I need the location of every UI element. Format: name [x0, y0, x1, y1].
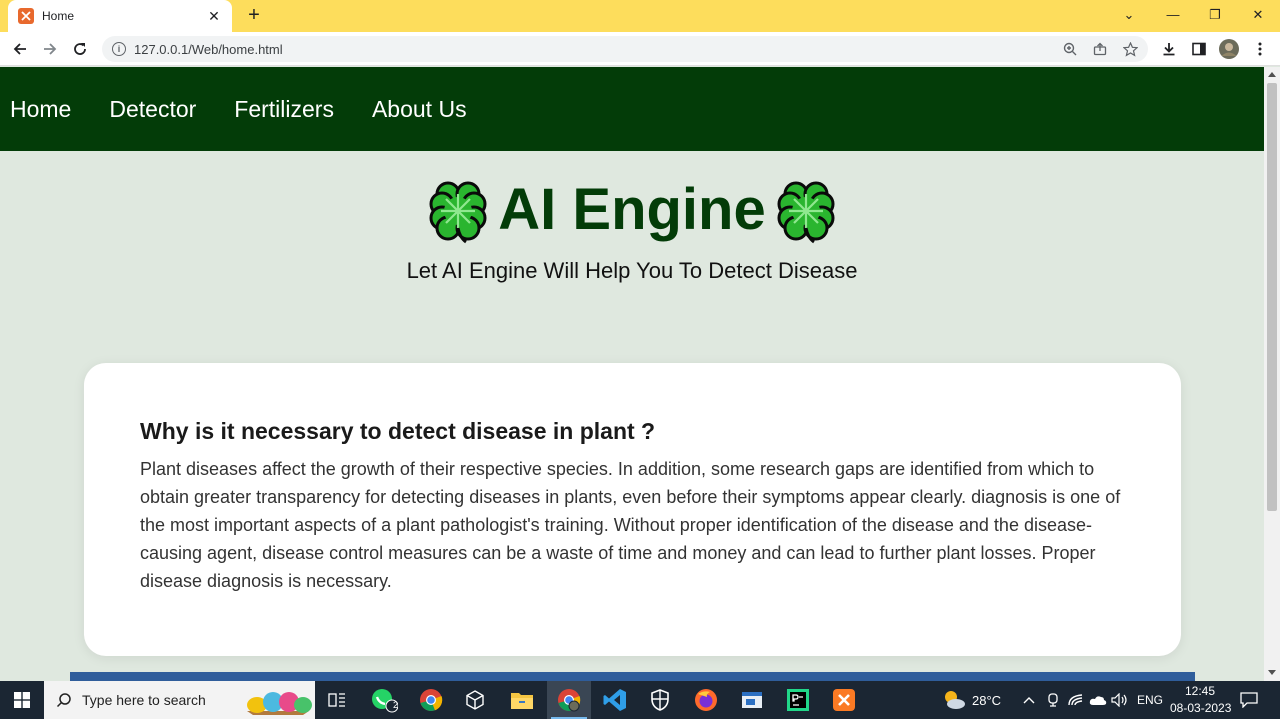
taskbar-search-box[interactable]: Type here to search: [44, 681, 315, 719]
site-navbar: Home Detector Fertilizers About Us: [0, 67, 1264, 151]
task-view-button[interactable]: [315, 681, 359, 719]
tab-close-icon[interactable]: ✕: [206, 8, 222, 25]
page-scrollbar[interactable]: [1264, 67, 1280, 681]
onedrive-cloud-icon[interactable]: [1089, 694, 1107, 706]
xampp-icon: [833, 689, 855, 711]
pycharm-app[interactable]: [776, 681, 820, 719]
start-button[interactable]: [0, 681, 44, 719]
back-button[interactable]: [8, 37, 32, 61]
hero-title: AI Engine: [498, 177, 766, 242]
3d-viewer-app[interactable]: [453, 681, 497, 719]
side-panel-button[interactable]: [1187, 37, 1211, 61]
xampp-app[interactable]: [822, 681, 866, 719]
share-icon[interactable]: [1092, 41, 1108, 57]
whatsapp-app[interactable]: 2: [362, 681, 406, 719]
chevron-up-icon[interactable]: [1023, 695, 1035, 705]
nav-about-us-link[interactable]: About Us: [372, 96, 467, 123]
scroll-thumb[interactable]: [1267, 83, 1277, 511]
chrome-icon: [420, 689, 443, 712]
kebab-menu-icon: [1258, 42, 1262, 56]
download-icon: [1163, 43, 1175, 56]
clock-date[interactable]: 08-03-2023: [1170, 701, 1231, 715]
vscode-icon: [603, 689, 626, 711]
nav-detector-link[interactable]: Detector: [109, 96, 196, 123]
address-url: 127.0.0.1/Web/home.html: [134, 41, 283, 57]
new-tab-button[interactable]: +: [243, 4, 265, 26]
info-card: Why is it necessary to detect disease in…: [84, 363, 1181, 656]
browser-tab[interactable]: Home ✕: [8, 0, 232, 32]
search-placeholder: Type here to search: [82, 692, 206, 708]
task-view-icon: [328, 693, 345, 707]
hero-subtitle: Let AI Engine Will Help You To Detect Di…: [406, 258, 858, 283]
forward-arrow-icon: [44, 43, 57, 55]
hero-title-row: AI Engine: [0, 172, 1264, 248]
windows-taskbar: Type here to search 2 28°C ENG 12:45 08-…: [0, 681, 1280, 719]
folder-icon: [511, 693, 533, 709]
windows-security-app[interactable]: [638, 681, 682, 719]
firefox-icon: [695, 689, 717, 711]
reload-button[interactable]: [68, 37, 92, 61]
volume-icon[interactable]: [1111, 693, 1129, 707]
scroll-down-icon[interactable]: [1268, 670, 1276, 675]
shield-icon: [651, 689, 669, 711]
minimize-button[interactable]: —: [1158, 4, 1188, 26]
scroll-up-icon[interactable]: [1268, 72, 1276, 77]
bookmark-star-icon[interactable]: [1122, 41, 1138, 57]
hero-section: AI Engine Let AI Engine Will Help You To…: [0, 172, 1264, 284]
whatsapp-badge: 2: [393, 700, 399, 710]
downloads-button[interactable]: [1157, 37, 1181, 61]
chrome-app[interactable]: [409, 681, 453, 719]
search-icon: [56, 693, 71, 708]
chrome-app-active[interactable]: [547, 681, 591, 719]
four-leaf-clover-icon: [429, 181, 487, 244]
side-panel-icon: [1192, 42, 1206, 56]
tab-search-dropdown-icon[interactable]: ⌄: [1114, 4, 1144, 26]
holi-colors-search-highlight-icon: [247, 692, 312, 715]
window-app-icon: [742, 692, 762, 708]
nav-home-link[interactable]: Home: [10, 96, 71, 123]
close-window-button[interactable]: ✕: [1243, 4, 1273, 26]
firefox-app[interactable]: [684, 681, 728, 719]
weather-temperature[interactable]: 28°C: [972, 693, 1001, 708]
card-paragraph: Plant diseases affect the growth of thei…: [140, 459, 1121, 591]
page-viewport: Home Detector Fertilizers About Us AI En…: [0, 67, 1264, 681]
avatar-icon: [1219, 39, 1239, 59]
next-section-strip: [70, 672, 1195, 681]
cube-icon: [466, 690, 484, 710]
windows-logo-icon: [14, 692, 30, 708]
address-bar[interactable]: i 127.0.0.1/Web/home.html: [102, 36, 1148, 62]
browser-tab-strip: Home ✕ + ⌄ — ❐ ✕: [0, 0, 1280, 32]
pycharm-icon: [787, 689, 809, 711]
browser-toolbar: i 127.0.0.1/Web/home.html: [0, 32, 1280, 66]
input-language[interactable]: ENG: [1137, 693, 1163, 707]
nav-fertilizers-link[interactable]: Fertilizers: [234, 96, 334, 123]
four-leaf-clover-icon: [777, 181, 835, 244]
xampp-favicon-icon: [18, 8, 34, 24]
generic-window-app[interactable]: [730, 681, 774, 719]
vscode-app[interactable]: [593, 681, 637, 719]
chrome-icon: [558, 689, 581, 712]
weather-partly-cloudy-icon[interactable]: [942, 689, 966, 711]
notifications-icon[interactable]: [1240, 692, 1258, 708]
tab-title: Home: [42, 9, 75, 23]
card-heading: Why is it necessary to detect disease in…: [140, 418, 656, 444]
meet-now-icon[interactable]: [1046, 692, 1060, 708]
clock-time[interactable]: 12:45: [1185, 684, 1215, 698]
restore-button[interactable]: ❐: [1200, 4, 1230, 26]
zoom-icon[interactable]: [1062, 41, 1078, 57]
back-arrow-icon: [13, 43, 26, 55]
reload-icon: [74, 43, 86, 55]
profile-avatar[interactable]: [1217, 37, 1241, 61]
chrome-menu-button[interactable]: [1248, 37, 1272, 61]
forward-button[interactable]: [38, 37, 62, 61]
file-explorer-app[interactable]: [500, 681, 544, 719]
wifi-icon[interactable]: [1068, 693, 1084, 707]
site-info-icon[interactable]: i: [112, 42, 126, 56]
